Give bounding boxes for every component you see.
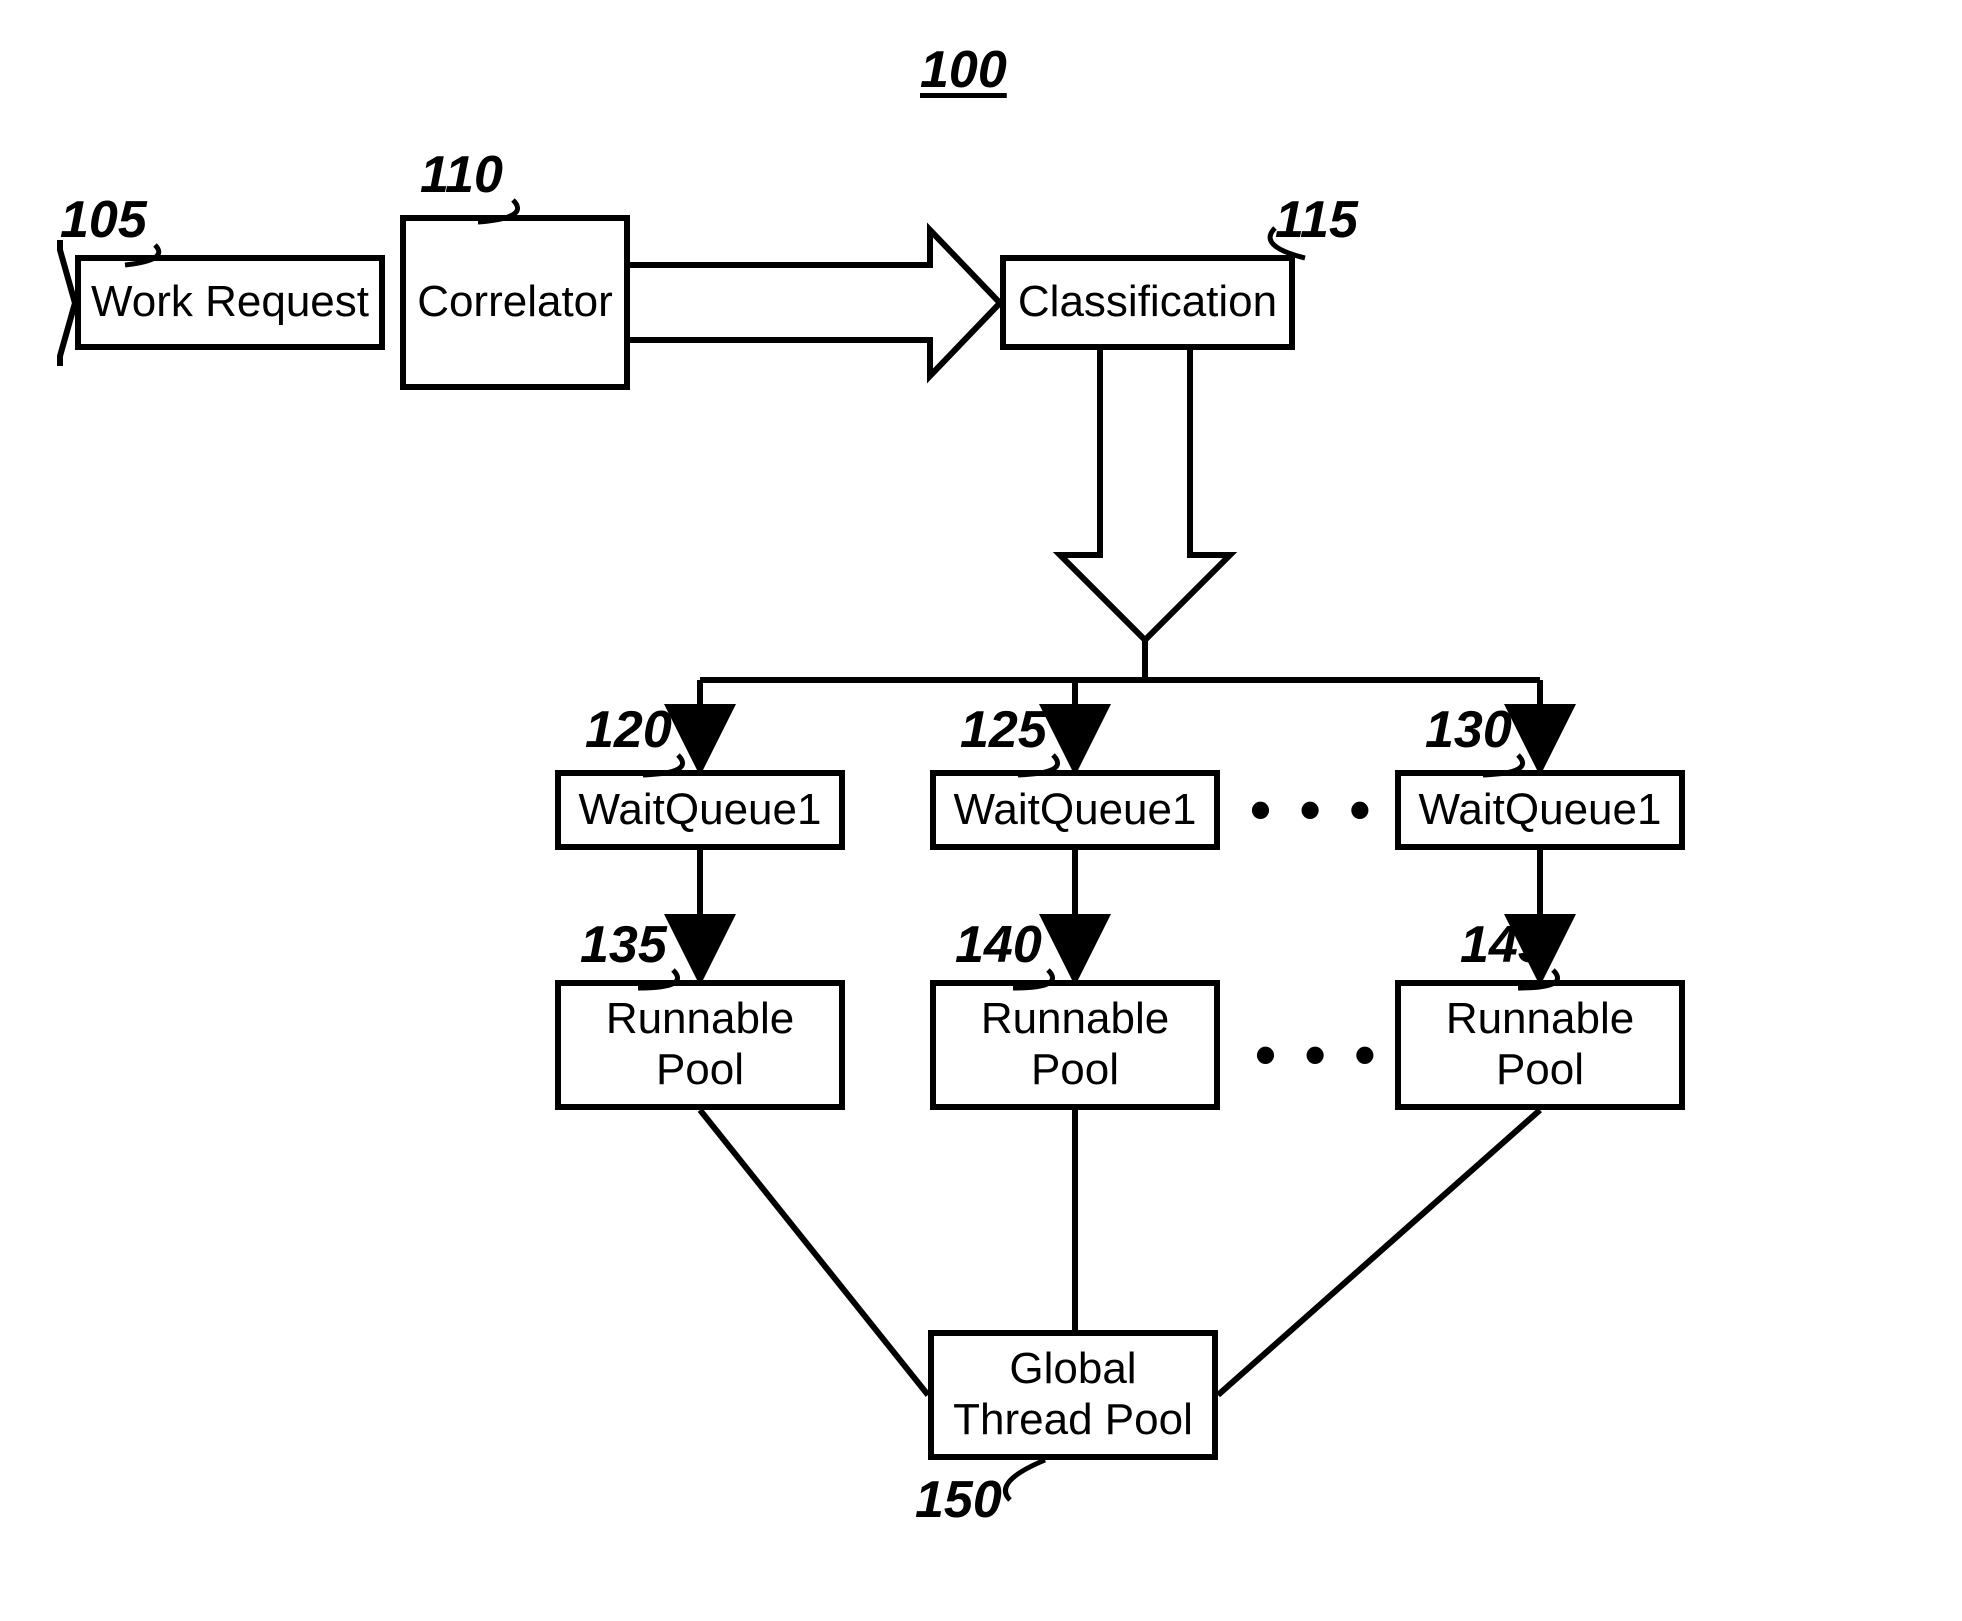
connector-line <box>1218 1110 1540 1395</box>
global-thread-pool-box: Global Thread Pool <box>928 1330 1218 1460</box>
work-request-box: Work Request <box>75 255 385 350</box>
runnable-pool-box: Runnable Pool <box>930 980 1220 1110</box>
ref-label: 115 <box>1275 190 1358 250</box>
arrow-icon <box>385 240 400 366</box>
ref-label: 135 <box>580 915 667 975</box>
ref-label: 140 <box>955 915 1042 975</box>
correlator-box: Correlator <box>400 215 630 390</box>
classification-box: Classification <box>1000 255 1295 350</box>
connector-line <box>700 1110 928 1395</box>
waitqueue-box: WaitQueue1 <box>1395 770 1685 850</box>
ref-label: 130 <box>1425 700 1512 760</box>
arrow-icon <box>385 240 400 366</box>
waitqueue-box: WaitQueue1 <box>555 770 845 850</box>
diagram-canvas: 100 105 110 115 120 125 130 135 140 145 … <box>0 0 1962 1621</box>
runnable-pool-box: Runnable Pool <box>555 980 845 1110</box>
ref-label: 150 <box>915 1470 1002 1530</box>
ref-label: 120 <box>585 700 672 760</box>
ref-label: 145 <box>1460 915 1547 975</box>
ref-label: 125 <box>960 700 1047 760</box>
block-arrow-icon <box>630 230 1000 376</box>
waitqueue-box: WaitQueue1 <box>930 770 1220 850</box>
block-arrow-icon <box>1060 350 1230 640</box>
leader-line <box>1005 1460 1045 1500</box>
ellipsis-icon: • • • <box>1255 1020 1381 1089</box>
ref-label: 110 <box>420 145 503 205</box>
diagram-title: 100 <box>920 40 1007 100</box>
arrow-icon <box>60 240 75 366</box>
ref-label: 105 <box>60 190 147 250</box>
ellipsis-icon: • • • <box>1250 775 1376 844</box>
runnable-pool-box: Runnable Pool <box>1395 980 1685 1110</box>
